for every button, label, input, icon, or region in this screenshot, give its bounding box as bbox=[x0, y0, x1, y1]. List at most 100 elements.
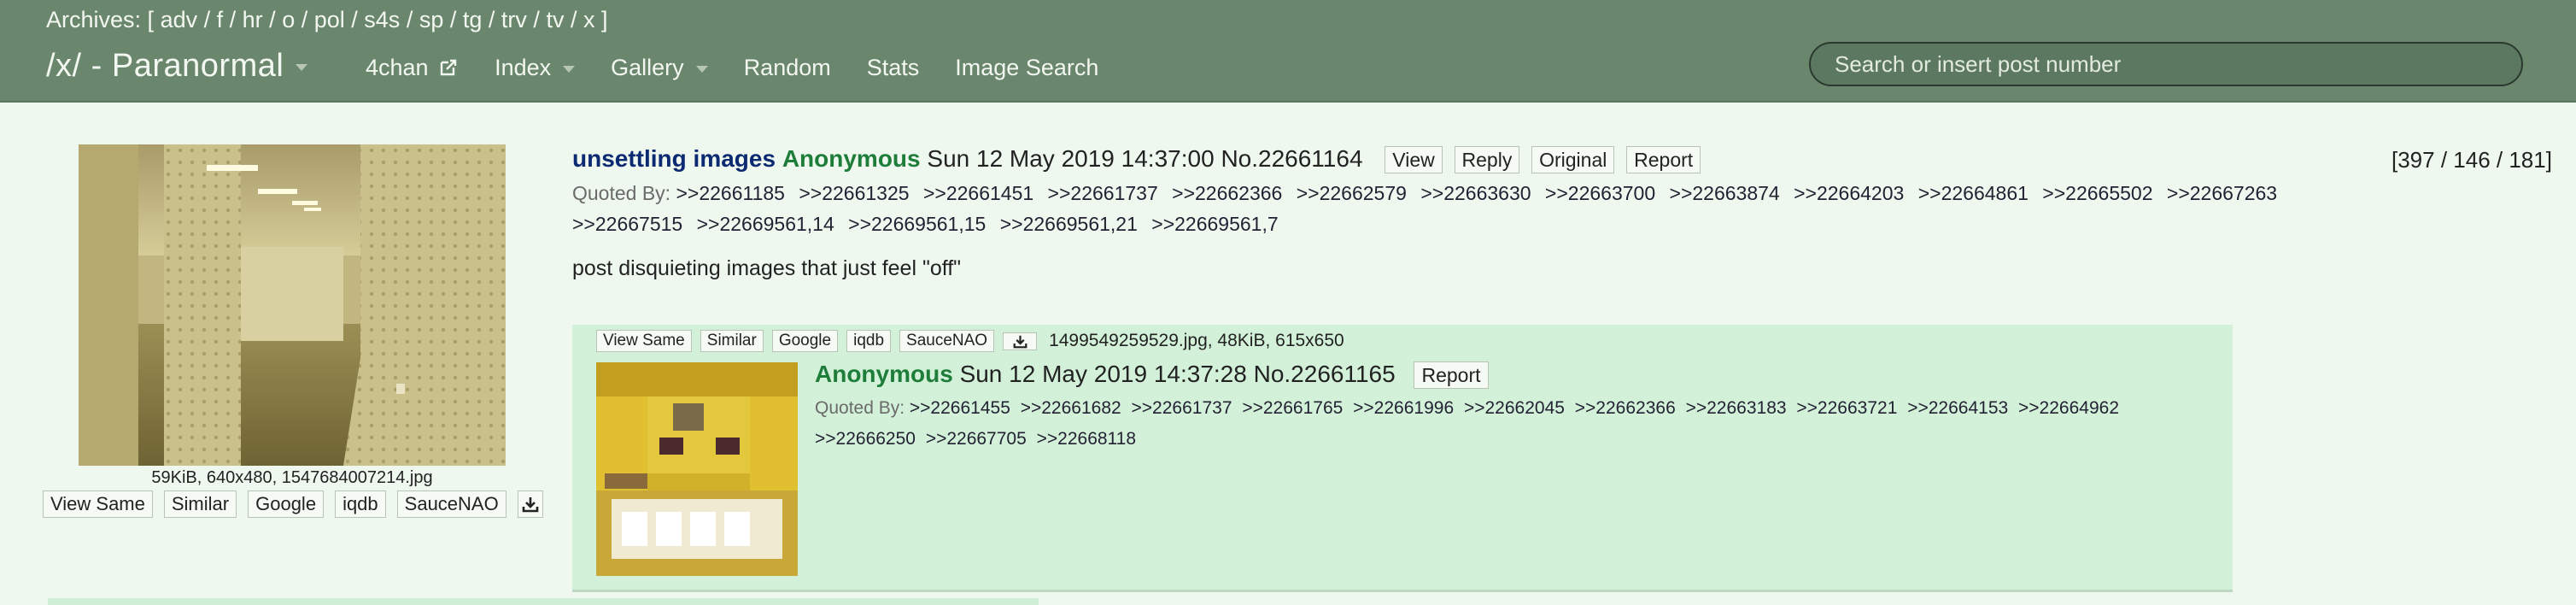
post-date: Sun 12 May 2019 14:37:28 bbox=[959, 361, 1247, 387]
iqdb-button[interactable]: iqdb bbox=[335, 490, 386, 518]
view-same-button[interactable]: View Same bbox=[43, 490, 153, 518]
post-number[interactable]: No.22661164 bbox=[1221, 145, 1362, 172]
nav-index[interactable]: Index bbox=[495, 55, 576, 81]
next-post-edge bbox=[48, 598, 1039, 605]
quote-link[interactable]: >>22669561,14 bbox=[697, 213, 834, 235]
backrooms-photo bbox=[79, 144, 506, 466]
archive-link[interactable]: hr bbox=[243, 7, 263, 32]
op-quoted-by: Quoted By: >>22661185 >>22661325 >>22661… bbox=[572, 178, 2357, 239]
quote-link[interactable]: >>22665502 bbox=[2042, 182, 2152, 204]
quote-link[interactable]: >>22664153 bbox=[1907, 398, 2008, 418]
caret-down-icon bbox=[563, 65, 576, 73]
nav-stats-label: Stats bbox=[866, 55, 920, 80]
quote-link[interactable]: >>22669561,7 bbox=[1151, 213, 1278, 235]
quote-link[interactable]: >>22664861 bbox=[1918, 182, 2029, 204]
board-selector[interactable]: /x/ - Paranormal bbox=[46, 48, 308, 85]
search-input[interactable] bbox=[1809, 42, 2523, 86]
archive-link[interactable]: pol bbox=[314, 7, 345, 32]
main-nav: 4chan Index Gallery Random Stats Image S… bbox=[366, 55, 1134, 81]
quote-link[interactable]: >>22664203 bbox=[1794, 182, 1904, 204]
archives-suffix: ] bbox=[600, 7, 608, 32]
quote-link[interactable]: >>22661185 bbox=[676, 182, 785, 204]
google-button[interactable]: Google bbox=[771, 330, 839, 352]
archive-link[interactable]: trv bbox=[501, 7, 527, 32]
quote-link[interactable]: >>22661737 bbox=[1048, 182, 1158, 204]
view-button[interactable]: View bbox=[1385, 146, 1443, 173]
archive-link[interactable]: x bbox=[583, 7, 595, 32]
quote-link[interactable]: >>22663700 bbox=[1545, 182, 1655, 204]
quoted-by-label: Quoted By: bbox=[815, 398, 905, 418]
quote-link[interactable]: >>22664962 bbox=[2018, 398, 2119, 418]
quote-link[interactable]: >>22663721 bbox=[1796, 398, 1897, 418]
quote-link[interactable]: >>22661996 bbox=[1353, 398, 1454, 418]
quote-link[interactable]: >>22662366 bbox=[1172, 182, 1282, 204]
archives-prefix: Archives: [ bbox=[46, 7, 155, 32]
reply-button[interactable]: Reply bbox=[1454, 146, 1520, 173]
nav-image-search[interactable]: Image Search bbox=[955, 55, 1098, 81]
quote-link[interactable]: >>22667515 bbox=[572, 213, 682, 235]
quoted-by-label: Quoted By: bbox=[572, 182, 671, 204]
view-same-button[interactable]: View Same bbox=[596, 330, 692, 352]
quote-link[interactable]: >>22661682 bbox=[1021, 398, 1121, 418]
thread-stats: [397 / 146 / 181] bbox=[2392, 147, 2552, 173]
quote-link[interactable]: >>22663630 bbox=[1420, 182, 1531, 204]
nav-random-label: Random bbox=[743, 55, 831, 80]
poster-name: Anonymous bbox=[782, 145, 921, 172]
quote-link[interactable]: >>22661455 bbox=[910, 398, 1010, 418]
quote-link[interactable]: >>22667705 bbox=[926, 429, 1027, 449]
op-header: unsettling images Anonymous Sun 12 May 2… bbox=[572, 145, 1706, 173]
top-bar: Archives: [ adv / f / hr / o / pol / s4s… bbox=[0, 0, 2576, 103]
external-link-icon bbox=[440, 59, 457, 76]
op-thumbnail-image[interactable] bbox=[79, 144, 506, 466]
quote-link[interactable]: >>22661451 bbox=[923, 182, 1033, 204]
iqdb-button[interactable]: iqdb bbox=[846, 330, 892, 352]
reply-image-actions: View Same Similar Google iqdb SauceNAO 1… bbox=[596, 330, 1344, 352]
op-image-actions: View Same Similar Google iqdb SauceNAO bbox=[43, 490, 554, 518]
archive-link[interactable]: adv bbox=[161, 7, 198, 32]
nav-stats[interactable]: Stats bbox=[867, 55, 920, 81]
reply-file-info: 1499549259529.jpg, 48KiB, 615x650 bbox=[1049, 331, 1344, 350]
similar-button[interactable]: Similar bbox=[700, 330, 764, 352]
yellow-room-photo bbox=[596, 362, 798, 576]
nav-random[interactable]: Random bbox=[744, 55, 831, 81]
reply-thumbnail-image[interactable] bbox=[596, 362, 798, 576]
archive-link[interactable]: tg bbox=[463, 7, 483, 32]
quote-link[interactable]: >>22667263 bbox=[2167, 182, 2277, 204]
quote-link[interactable]: >>22669561,21 bbox=[1000, 213, 1138, 235]
archive-link[interactable]: sp bbox=[419, 7, 444, 32]
quote-link[interactable]: >>22666250 bbox=[815, 429, 916, 449]
quote-link[interactable]: >>22662045 bbox=[1464, 398, 1565, 418]
archive-link[interactable]: s4s bbox=[364, 7, 400, 32]
saucenao-button[interactable]: SauceNAO bbox=[396, 490, 506, 518]
quote-link[interactable]: >>22662579 bbox=[1297, 182, 1407, 204]
post-number[interactable]: No.22661165 bbox=[1254, 361, 1396, 387]
quote-link[interactable]: >>22668118 bbox=[1037, 429, 1136, 449]
nav-4chan-label: 4chan bbox=[366, 55, 429, 80]
saucenao-button[interactable]: SauceNAO bbox=[899, 330, 995, 352]
nav-gallery-label: Gallery bbox=[611, 55, 684, 80]
nav-gallery[interactable]: Gallery bbox=[611, 55, 708, 81]
report-button[interactable]: Report bbox=[1626, 146, 1701, 173]
reply-post: View Same Similar Google iqdb SauceNAO 1… bbox=[572, 325, 2233, 592]
quote-link[interactable]: >>22661325 bbox=[799, 182, 909, 204]
caret-down-icon bbox=[296, 63, 308, 71]
google-button[interactable]: Google bbox=[248, 490, 325, 518]
archive-link[interactable]: tv bbox=[546, 7, 564, 32]
quote-link[interactable]: >>22669561,15 bbox=[848, 213, 986, 235]
quote-link[interactable]: >>22661737 bbox=[1132, 398, 1232, 418]
original-button[interactable]: Original bbox=[1531, 146, 1615, 173]
similar-button[interactable]: Similar bbox=[163, 490, 237, 518]
quote-link[interactable]: >>22661765 bbox=[1242, 398, 1343, 418]
nav-image-search-label: Image Search bbox=[955, 55, 1099, 80]
caret-down-icon bbox=[695, 65, 708, 73]
quote-link[interactable]: >>22662366 bbox=[1575, 398, 1676, 418]
archive-link[interactable]: o bbox=[282, 7, 295, 32]
nav-4chan[interactable]: 4chan bbox=[366, 55, 459, 81]
archive-link[interactable]: f bbox=[217, 7, 224, 32]
download-button[interactable] bbox=[517, 490, 543, 518]
quote-link[interactable]: >>22663874 bbox=[1670, 182, 1780, 204]
report-button[interactable]: Report bbox=[1414, 361, 1489, 389]
quote-link[interactable]: >>22663183 bbox=[1686, 398, 1787, 418]
op-file-info: 59KiB, 640x480, 1547684007214.jpg bbox=[151, 468, 433, 487]
download-button[interactable] bbox=[1003, 332, 1038, 350]
